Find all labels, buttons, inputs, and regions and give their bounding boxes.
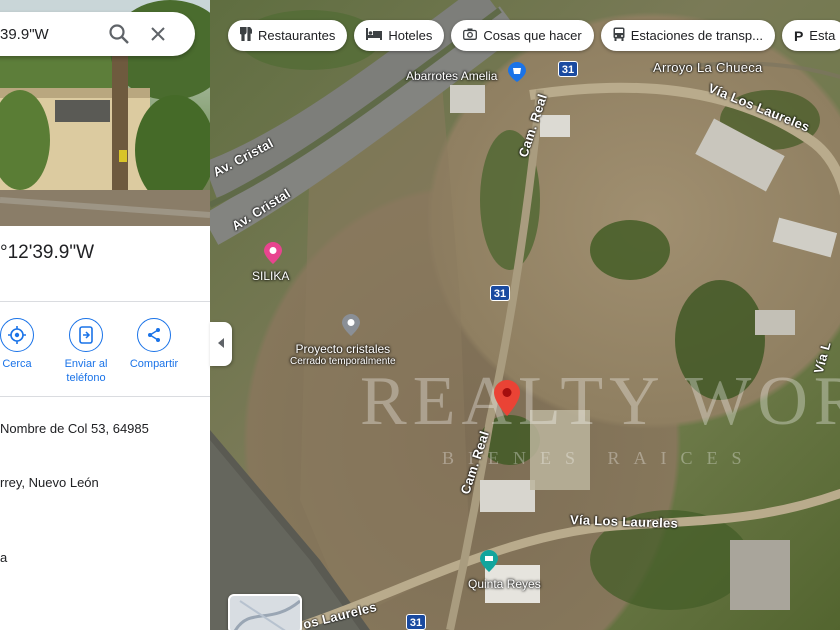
chip-label: Esta — [809, 28, 836, 43]
send-to-phone-icon — [69, 318, 103, 352]
chip-estacionamiento[interactable]: P Esta — [781, 20, 840, 51]
fork-knife-icon — [239, 26, 253, 44]
route-shield: 31 — [558, 61, 578, 77]
divider — [0, 301, 210, 302]
search-icon[interactable] — [108, 23, 130, 45]
page-title: °12'39.9"W — [0, 242, 95, 263]
route-shield: 31 — [406, 614, 426, 630]
share-button[interactable]: Compartir — [124, 318, 184, 371]
river-label-arroyo-la-chueca: Arroyo La Chueca — [653, 60, 763, 75]
camera-icon — [463, 28, 478, 43]
nearby-icon — [0, 318, 34, 352]
shopping-pin-icon[interactable] — [508, 62, 526, 82]
bus-icon — [613, 27, 625, 44]
extra-row[interactable]: a — [0, 550, 7, 565]
poi-label-silika[interactable]: SILIKA — [252, 269, 289, 283]
poi-label-quinta-reyes[interactable]: Quinta Reyes — [468, 577, 541, 591]
bed-icon — [366, 28, 383, 43]
poi-label-abarrotes[interactable]: Abarrotes Amelia — [406, 69, 497, 83]
chip-cosas-que-hacer[interactable]: Cosas que hacer — [451, 20, 594, 51]
chip-estaciones-transporte[interactable]: Estaciones de transp... — [600, 20, 775, 51]
close-icon[interactable] — [148, 24, 168, 44]
chip-restaurantes[interactable]: Restaurantes — [228, 20, 348, 51]
layers-toggle-button[interactable] — [228, 594, 302, 630]
share-icon — [137, 318, 171, 352]
chevron-left-icon — [217, 335, 225, 353]
satellite-map[interactable]: REALTY WORLD BIENES RAICES Av. Cristal A… — [210, 0, 840, 630]
poi-label-proyecto-cristales[interactable]: Proyecto cristales Cerrado temporalmente — [290, 342, 396, 367]
poi-status: Cerrado temporalmente — [290, 356, 396, 367]
chip-label: Estaciones de transp... — [630, 28, 763, 43]
chip-hoteles[interactable]: Hoteles — [354, 20, 445, 51]
address-row[interactable]: Nombre de Col 53, 64985 — [0, 421, 149, 436]
search-input[interactable]: 39.9"W — [0, 26, 49, 43]
realty-world-watermark: REALTY WORLD — [360, 363, 840, 440]
nearby-button[interactable]: Cerca — [0, 318, 47, 371]
chip-label: Hoteles — [388, 28, 433, 43]
place-details-panel: 39.9"W °12'39.9"W Cerca Enviar al teléfo… — [0, 0, 210, 630]
route-shield: 31 — [490, 285, 510, 301]
action-label: Compartir — [129, 358, 179, 370]
watermark-subtitle: BIENES RAICES — [442, 448, 756, 468]
divider — [0, 396, 210, 397]
city-row[interactable]: rrey, Nuevo León — [0, 475, 99, 490]
chip-label: Cosas que hacer — [483, 28, 582, 43]
action-label: Cerca — [2, 358, 32, 370]
action-label: Enviar al teléfono — [64, 358, 108, 384]
send-to-phone-button[interactable]: Enviar al teléfono — [56, 318, 116, 385]
chip-label: Restaurantes — [258, 28, 336, 43]
parking-icon: P — [793, 27, 804, 44]
search-box[interactable]: 39.9"W — [0, 12, 195, 56]
collapse-panel-button[interactable] — [210, 322, 232, 366]
poi-name: Proyecto cristales — [295, 342, 391, 356]
category-chips: Restaurantes Hoteles Cosas que hacer Est… — [228, 20, 840, 51]
